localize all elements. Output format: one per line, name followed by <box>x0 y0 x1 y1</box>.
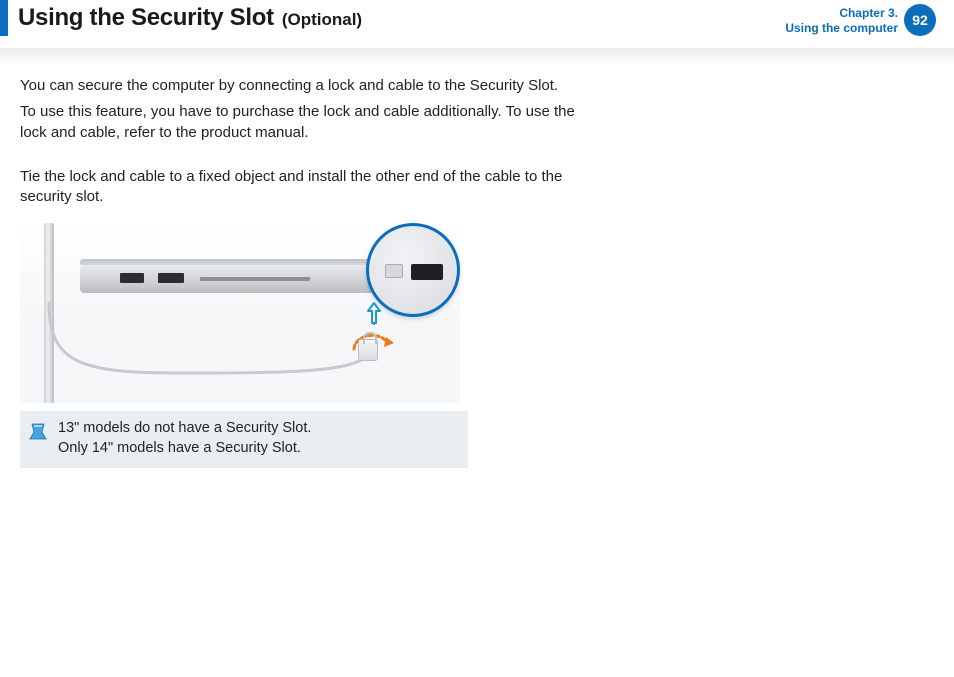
lock-icon <box>358 339 378 361</box>
chapter-number: Chapter 3. <box>785 6 898 21</box>
chapter-name: Using the computer <box>785 21 898 36</box>
paragraph-instruction: Tie the lock and cable to a fixed object… <box>20 167 580 208</box>
optical-drive-slot <box>200 277 310 281</box>
note-text: 13" models do not have a Security Slot. … <box>58 419 311 458</box>
page-subtitle: (Optional) <box>282 10 362 30</box>
page-title: Using the Security Slot <box>18 4 274 32</box>
page-number-badge: 92 <box>904 4 936 36</box>
note-line-1: 13" models do not have a Security Slot. <box>58 419 311 439</box>
security-slot-illustration <box>20 223 460 403</box>
laptop-port-icon <box>120 273 144 283</box>
up-arrow-icon <box>365 301 383 334</box>
title-accent-bar <box>0 0 8 36</box>
callout-security-slot <box>411 264 443 280</box>
chapter-label: Chapter 3. Using the computer <box>785 4 898 36</box>
note-line-2: Only 14" models have a Security Slot. <box>58 439 311 459</box>
header-right-group: Chapter 3. Using the computer 92 <box>785 0 954 36</box>
page-header: Using the Security Slot (Optional) Chapt… <box>0 0 954 52</box>
laptop-usb-icon <box>158 273 184 283</box>
callout-small-port <box>385 264 403 278</box>
body-content: You can secure the computer by connectin… <box>0 66 600 207</box>
paragraph-intro-1: You can secure the computer by connectin… <box>20 76 580 96</box>
note-pin-icon <box>28 419 50 448</box>
note-callout: 13" models do not have a Security Slot. … <box>20 411 468 468</box>
laptop-side-view <box>80 265 400 293</box>
title-group: Using the Security Slot (Optional) <box>18 0 785 32</box>
paragraph-intro-2: To use this feature, you have to purchas… <box>20 102 580 143</box>
